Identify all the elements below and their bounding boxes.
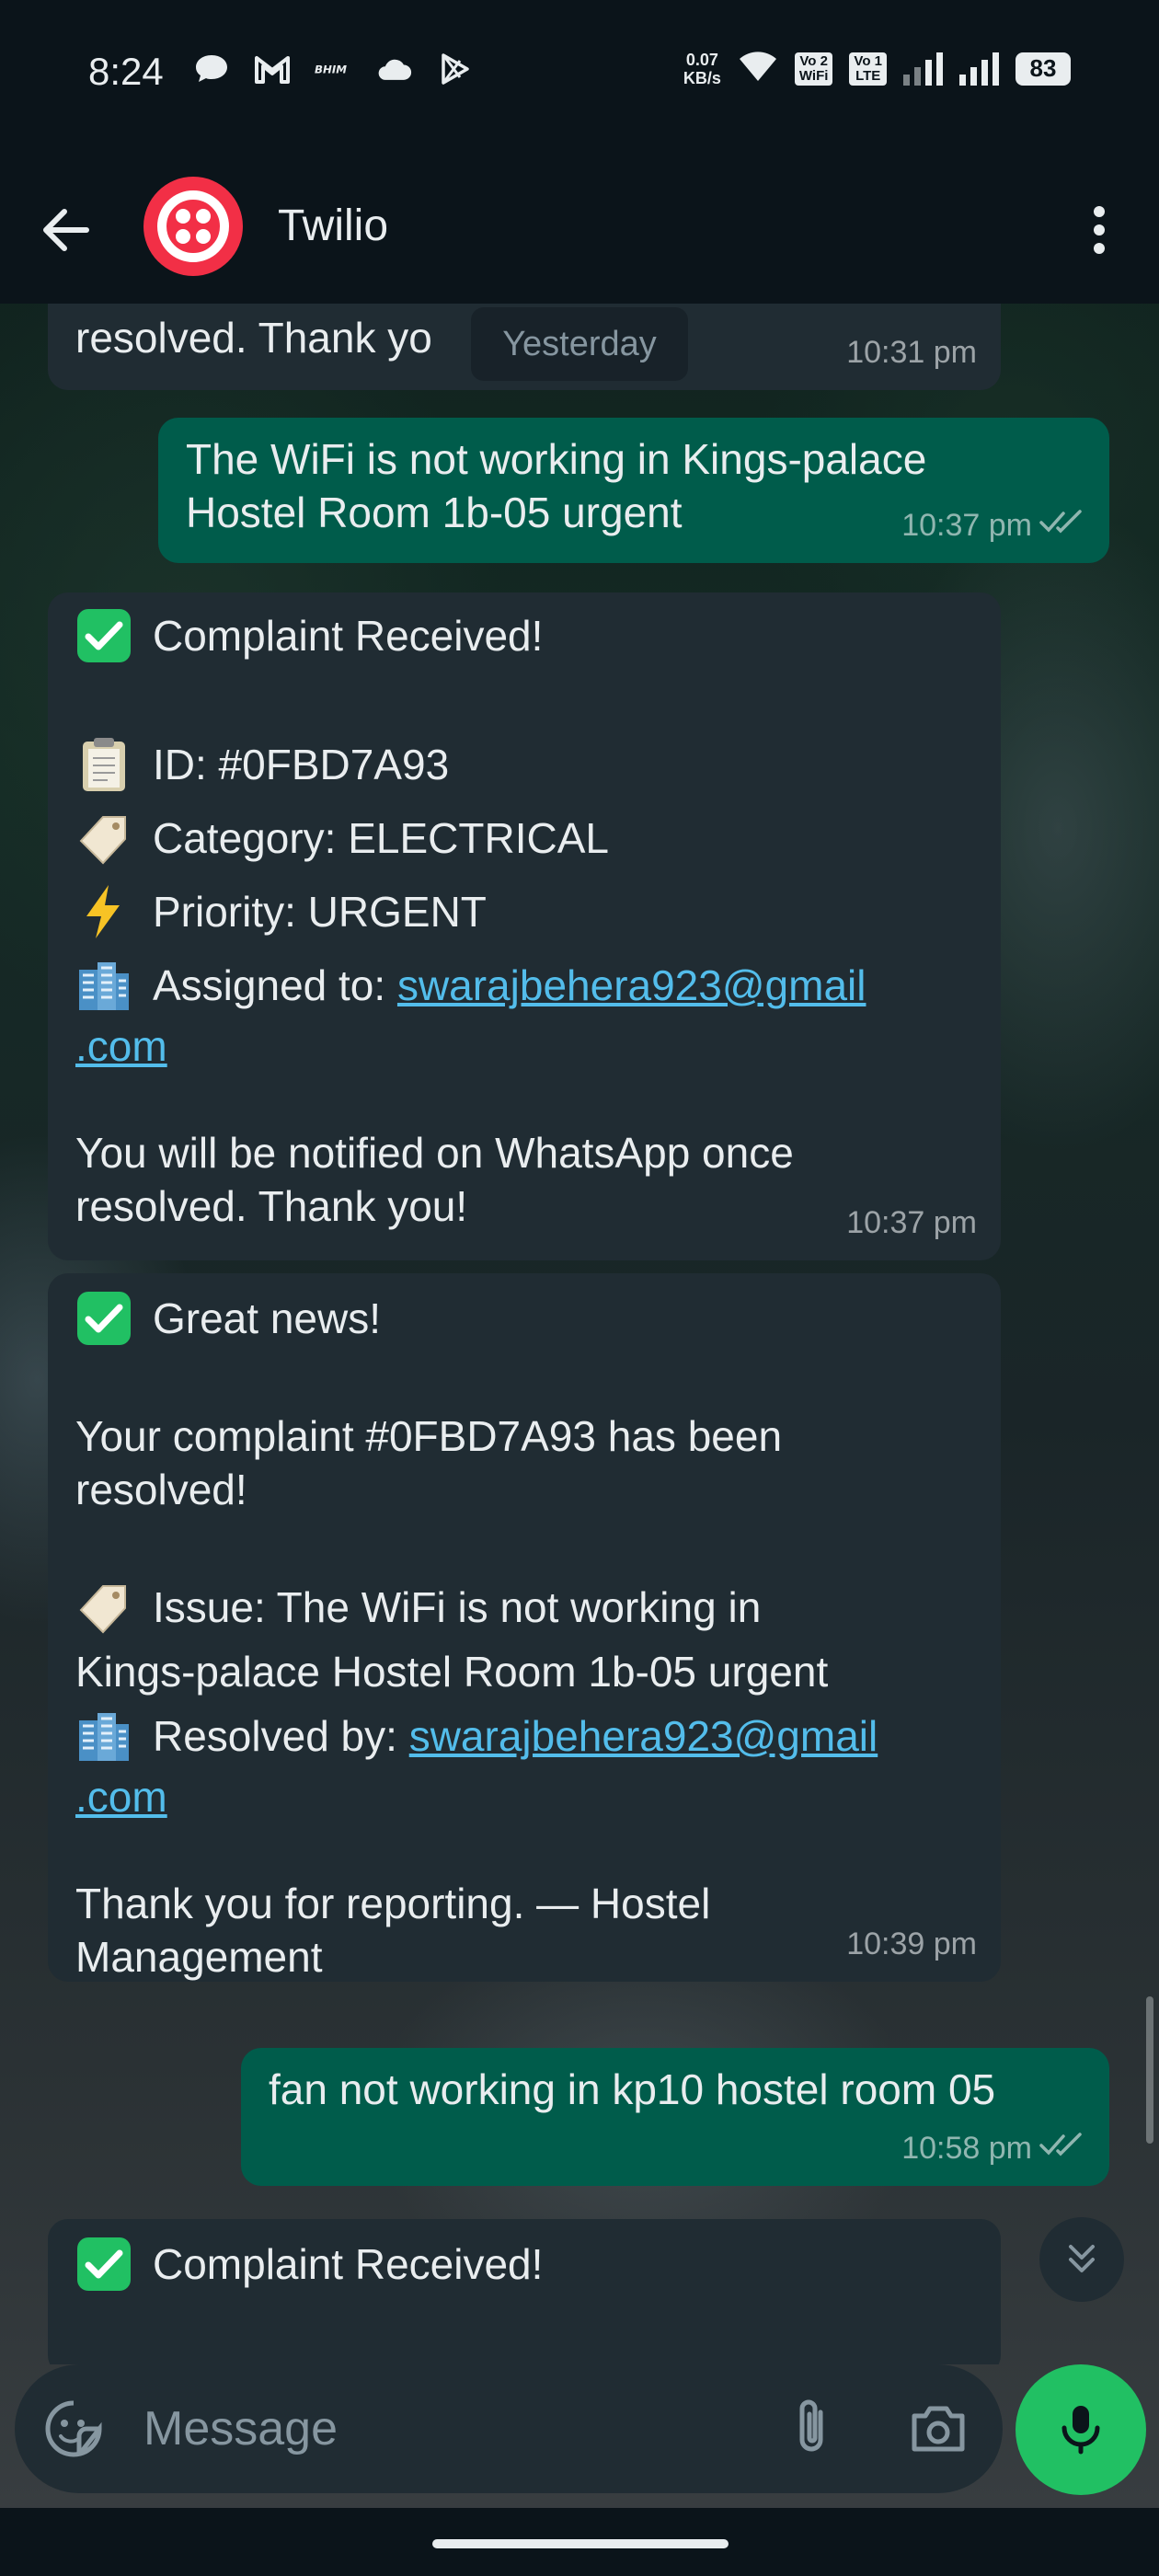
network-speed: 0.07 KB/s — [683, 50, 721, 87]
resolver-email-link[interactable]: swarajbehera923@gmail — [409, 1709, 878, 1763]
double-check-icon — [1039, 2122, 1085, 2175]
chat-notification-icon — [193, 53, 230, 85]
message-line: Priority: URGENT — [75, 883, 973, 940]
message-line: Complaint Received! — [75, 2236, 973, 2293]
message-text-line: Management — [75, 1933, 323, 1981]
svg-text:BHIM: BHIM — [315, 63, 347, 76]
issue-text: Issue: The WiFi is not working in — [153, 1583, 762, 1631]
sim2-volte-badge: Vo 1 LTE — [849, 52, 887, 86]
contact-name[interactable]: Twilio — [278, 201, 388, 251]
assignee-email-link[interactable]: .com — [75, 1019, 167, 1073]
message-line: Assigned to: swarajbehera923@gmail — [75, 957, 973, 1014]
clipboard-emoji — [75, 736, 132, 793]
message-line: Category: ELECTRICAL — [75, 810, 973, 867]
paperclip-icon[interactable] — [780, 2396, 846, 2462]
mic-icon — [1053, 2400, 1108, 2460]
complaint-category: Category: ELECTRICAL — [153, 814, 609, 862]
play-store-icon — [436, 53, 473, 85]
assignee-email-link[interactable]: swarajbehera923@gmail — [397, 959, 866, 1012]
sticker-icon[interactable] — [42, 2398, 105, 2460]
message-line: .com — [75, 1019, 973, 1073]
double-check-icon — [1039, 499, 1085, 552]
message-line: ID: #0FBD7A93 — [75, 736, 973, 793]
mic-button[interactable] — [1016, 2364, 1146, 2495]
home-indicator[interactable] — [432, 2539, 729, 2548]
message-time: 10:37 pm — [846, 1205, 977, 1240]
building-emoji — [75, 957, 132, 1014]
battery-indicator: 83 — [1016, 52, 1071, 86]
message-input[interactable] — [143, 2392, 732, 2466]
notification-icons: BHIM — [193, 53, 473, 85]
message-text-line: You will be notified on WhatsApp once — [75, 1129, 794, 1177]
wifi-icon — [738, 50, 778, 87]
message-line: .com — [75, 1770, 973, 1823]
building-emoji — [75, 1708, 132, 1765]
message-text-line: Kings-palace Hostel Room 1b-05 urgent — [75, 1648, 829, 1696]
status-time: 8:24 — [88, 50, 164, 93]
lightning-emoji — [75, 883, 132, 940]
complaint-id: ID: #0FBD7A93 — [153, 741, 450, 788]
message-text-line: resolved. Thank you! — [75, 1182, 468, 1230]
system-navigation-bar — [0, 2508, 1159, 2576]
signal-strength-icon-sim2 — [959, 52, 999, 86]
message-line: Resolved by: swarajbehera923@gmail — [75, 1708, 973, 1765]
message-bubble-outgoing[interactable]: The WiFi is not working in Kings-palace … — [158, 418, 1109, 563]
menu-dots-icon[interactable] — [1081, 201, 1118, 259]
message-title: Great news! — [153, 1294, 381, 1342]
tag-emoji — [75, 1579, 132, 1636]
message-text-line: Your complaint #0FBD7A93 has been — [75, 1412, 783, 1460]
scrollbar-thumb[interactable] — [1146, 1996, 1153, 2144]
message-time: 10:31 pm — [846, 335, 977, 370]
message-bubble-outgoing[interactable]: fan not working in kp10 hostel room 05 1… — [241, 2048, 1109, 2186]
cloud-icon — [375, 53, 412, 85]
message-bubble-incoming[interactable]: Great news! Your complaint #0FBD7A93 has… — [48, 1273, 1001, 1982]
message-list[interactable]: resolved. Thank yo 10:31 pm Yesterday Th… — [0, 304, 1159, 2364]
message-line: Complaint Received! — [75, 607, 973, 664]
message-title: Complaint Received! — [153, 2240, 544, 2288]
complaint-priority: Priority: URGENT — [153, 888, 487, 936]
assigned-label: Assigned to: — [153, 961, 397, 1009]
resolver-email-link[interactable]: .com — [75, 1770, 167, 1823]
tag-emoji — [75, 810, 132, 867]
check-box-emoji — [75, 607, 132, 664]
message-composer — [15, 2364, 1003, 2493]
resolved-by-label: Resolved by: — [153, 1712, 409, 1760]
message-line: Issue: The WiFi is not working in — [75, 1579, 973, 1636]
message-text: fan not working in kp10 hostel room 05 — [269, 2065, 996, 2113]
message-time: 10:39 pm — [846, 1926, 977, 1961]
bhim-icon: BHIM — [315, 53, 351, 85]
date-chip: Yesterday — [471, 307, 688, 381]
chevron-down-icon — [1060, 2236, 1104, 2284]
message-bubble-incoming[interactable]: Complaint Received! — [48, 2219, 1001, 2364]
message-line: Great news! — [75, 1290, 973, 1347]
back-arrow-icon[interactable] — [37, 201, 96, 259]
contact-avatar[interactable] — [143, 177, 243, 276]
message-text-line: resolved! — [75, 1466, 247, 1513]
scroll-to-bottom-button[interactable] — [1039, 2217, 1124, 2302]
message-meta: 10:37 pm — [901, 499, 1085, 552]
gmail-icon — [254, 53, 291, 85]
check-box-emoji — [75, 1290, 132, 1347]
camera-icon[interactable] — [905, 2396, 971, 2462]
message-bubble-incoming[interactable]: Complaint Received! ID: #0FBD7A93 Catego… — [48, 592, 1001, 1260]
message-title: Complaint Received! — [153, 612, 544, 660]
message-time: 10:58 pm — [901, 2131, 1032, 2166]
system-indicators: 0.07 KB/s Vo 2 WiFi Vo 1 LTE 83 — [683, 50, 1071, 87]
signal-strength-icon-sim1 — [903, 52, 943, 86]
message-time: 10:37 pm — [901, 508, 1032, 543]
check-box-emoji — [75, 2236, 132, 2293]
message-meta: 10:58 pm — [901, 2122, 1085, 2175]
message-text-line: Thank you for reporting. — Hostel — [75, 1880, 711, 1927]
sim1-volte-badge: Vo 2 WiFi — [794, 52, 833, 86]
status-bar: 8:24 BHIM 0.07 KB/s Vo 2 WiFi Vo 1 LTE 8… — [0, 0, 1159, 156]
message-text-line: The WiFi is not working in Kings-palace — [186, 435, 927, 483]
chat-header: Twilio — [0, 156, 1159, 304]
